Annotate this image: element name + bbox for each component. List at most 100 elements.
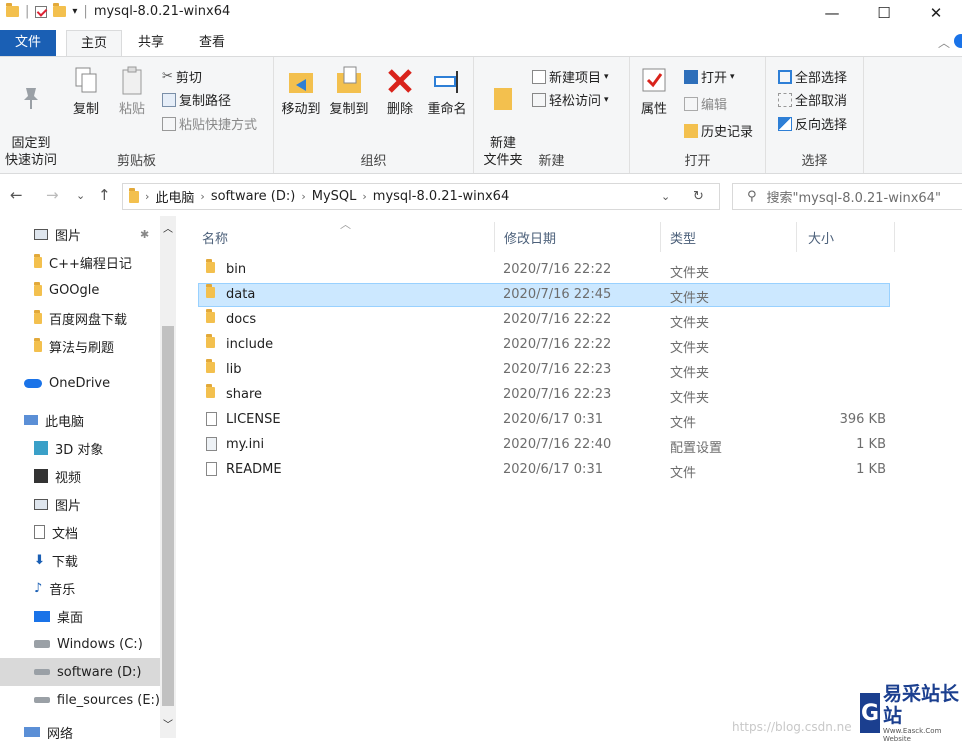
file-date: 2020/6/17 0:31 — [503, 412, 603, 427]
select-all-button[interactable]: 全部选择 — [778, 67, 847, 86]
recent-locations-icon[interactable]: ⌄ — [76, 189, 85, 202]
nav-item-drive-c[interactable]: Windows (C:) — [0, 630, 160, 658]
copy-button[interactable]: 复制 — [66, 65, 106, 118]
invert-selection-button[interactable]: 反向选择 — [778, 114, 847, 133]
new-item-button[interactable]: 新建项目 ▾ — [532, 67, 609, 86]
table-row[interactable]: my.ini 2020/7/16 22:40 配置设置 1 KB — [198, 433, 890, 457]
refresh-icon[interactable]: ↻ — [693, 189, 704, 204]
table-row[interactable]: docs 2020/7/16 22:22 文件夹 — [198, 308, 890, 332]
table-row[interactable]: lib 2020/7/16 22:23 文件夹 — [198, 358, 890, 382]
minimize-button[interactable]: — — [806, 0, 858, 26]
nav-item-music[interactable]: ♪ 音乐 — [0, 574, 160, 602]
history-button[interactable]: 历史记录 — [684, 121, 753, 140]
nav-item-downloads[interactable]: ⬇ 下载 — [0, 546, 160, 574]
rename-button[interactable]: 重命名 — [424, 65, 470, 118]
close-button[interactable]: ✕ — [910, 0, 962, 26]
edit-button[interactable]: 编辑 — [684, 94, 727, 113]
clipboard-group-title: 剪贴板 — [116, 154, 156, 169]
column-separator[interactable] — [660, 222, 661, 252]
nav-item-google[interactable]: GOOgle — [0, 276, 160, 304]
copy-to-icon — [337, 66, 361, 93]
table-row[interactable]: README 2020/6/17 0:31 文件 1 KB — [198, 458, 890, 482]
nav-item-pictures-pinned[interactable]: 图片 ✱ — [0, 220, 160, 248]
copy-path-button[interactable]: 复制路径 — [162, 90, 231, 109]
table-row[interactable]: LICENSE 2020/6/17 0:31 文件 396 KB — [198, 408, 890, 432]
chevron-right-icon[interactable]: › — [145, 190, 149, 203]
chevron-right-icon[interactable]: › — [200, 190, 204, 203]
nav-item-videos[interactable]: 视频 — [0, 462, 160, 490]
chevron-right-icon[interactable]: › — [301, 190, 305, 203]
breadcrumb[interactable]: › 此电脑 › software (D:) › MySQL › mysql-8.… — [122, 183, 720, 210]
column-header-size[interactable]: 大小 — [808, 228, 834, 247]
new-item-icon — [532, 69, 546, 84]
table-row[interactable]: share 2020/7/16 22:23 文件夹 — [198, 383, 890, 407]
properties-button[interactable]: 属性 — [636, 65, 672, 118]
move-to-icon — [289, 73, 313, 93]
column-header-date[interactable]: 修改日期 — [504, 228, 556, 247]
nav-item-cpp-diary[interactable]: C++编程日记 — [0, 248, 160, 276]
open-group: 属性 打开 ▾ 编辑 历史记录 打开 — [630, 57, 766, 173]
paste-shortcut-button[interactable]: 粘贴快捷方式 — [162, 114, 257, 133]
cut-button[interactable]: ✂ 剪切 — [162, 67, 202, 86]
nav-item-network[interactable]: 网络 — [0, 718, 160, 746]
maximize-button[interactable]: ☐ — [858, 0, 910, 26]
open-button[interactable]: 打开 ▾ — [684, 67, 735, 86]
nav-item-this-pc[interactable]: 此电脑 — [0, 406, 160, 434]
new-folder-quick-icon[interactable] — [53, 3, 67, 17]
easy-access-button[interactable]: 轻松访问 ▾ — [532, 90, 609, 109]
up-arrow-icon[interactable]: ↑ — [98, 186, 111, 204]
table-row[interactable]: bin 2020/7/16 22:22 文件夹 — [198, 258, 890, 282]
watermark-subtext: Www.Easck.Com Website — [882, 727, 942, 743]
scroll-up-icon[interactable]: ︿ — [163, 220, 173, 235]
tab-home[interactable]: 主页 — [66, 30, 122, 56]
nav-item-algorithms[interactable]: 算法与刷题 — [0, 332, 160, 360]
invert-selection-icon — [778, 116, 792, 131]
properties-quick-icon[interactable] — [35, 5, 48, 18]
column-separator[interactable] — [494, 222, 495, 252]
chevron-down-icon: ▾ — [604, 71, 609, 82]
tab-file[interactable]: 文件 — [0, 30, 56, 56]
chevron-right-icon[interactable]: › — [362, 190, 366, 203]
folder-icon — [206, 359, 215, 377]
config-file-icon — [206, 437, 217, 453]
nav-item-3d-objects[interactable]: 3D 对象 — [0, 434, 160, 462]
search-input[interactable]: ⚲ 搜索"mysql-8.0.21-winx64" — [732, 183, 962, 210]
back-arrow-icon[interactable]: ← — [10, 186, 23, 204]
file-date: 2020/6/17 0:31 — [503, 462, 603, 477]
nav-item-pictures[interactable]: 图片 — [0, 490, 160, 518]
collapse-ribbon-icon[interactable]: ︿ — [938, 34, 950, 51]
forward-arrow-icon[interactable]: → — [46, 186, 59, 204]
table-row[interactable]: include 2020/7/16 22:22 文件夹 — [198, 333, 890, 357]
copy-to-button[interactable]: 复制到 — [326, 65, 372, 118]
breadcrumb-mysql[interactable]: MySQL — [312, 189, 357, 204]
tab-share[interactable]: 共享 — [128, 30, 174, 56]
nav-item-drive-e[interactable]: file_sources (E:) — [0, 686, 160, 714]
address-dropdown-icon[interactable]: ⌄ — [661, 190, 670, 203]
column-header-type[interactable]: 类型 — [670, 228, 696, 247]
breadcrumb-current[interactable]: mysql-8.0.21-winx64 — [373, 189, 509, 204]
chevron-down-icon: ▾ — [604, 94, 609, 105]
nav-scrollbar-thumb[interactable] — [162, 326, 174, 706]
breadcrumb-drive[interactable]: software (D:) — [211, 189, 296, 204]
paste-button[interactable]: 粘贴 — [112, 65, 152, 118]
help-icon[interactable] — [954, 34, 962, 48]
move-to-button[interactable]: 移动到 — [278, 65, 324, 118]
nav-item-baidu-downloads[interactable]: 百度网盘下载 — [0, 304, 160, 332]
select-none-button[interactable]: 全部取消 — [778, 90, 847, 109]
column-separator[interactable] — [796, 222, 797, 252]
table-row[interactable]: data 2020/7/16 22:45 文件夹 — [198, 283, 890, 307]
nav-item-drive-d[interactable]: software (D:) — [0, 658, 160, 686]
breadcrumb-this-pc[interactable]: 此电脑 — [155, 187, 194, 206]
scroll-down-icon[interactable]: ﹀ — [163, 716, 173, 731]
tab-view[interactable]: 查看 — [186, 30, 238, 56]
nav-item-desktop[interactable]: 桌面 — [0, 602, 160, 630]
file-name: data — [226, 287, 256, 302]
delete-button[interactable]: 删除 — [380, 65, 420, 118]
delete-icon — [388, 69, 412, 93]
quick-access-dropdown-icon[interactable]: ▾ — [72, 6, 77, 17]
nav-scrollbar[interactable]: ︿ ﹀ — [160, 216, 176, 738]
column-separator[interactable] — [894, 222, 895, 252]
nav-item-documents[interactable]: 文档 — [0, 518, 160, 546]
column-header-name[interactable]: 名称 — [202, 228, 228, 247]
nav-item-onedrive[interactable]: OneDrive — [0, 369, 160, 397]
